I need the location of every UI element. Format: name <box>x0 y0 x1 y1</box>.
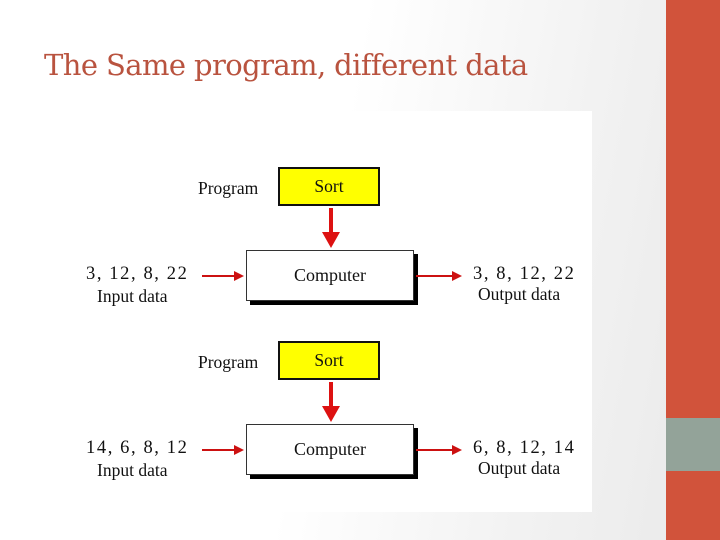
decorative-side-bar-accent <box>666 418 720 471</box>
input-data-values: 14, 6, 8, 12 <box>86 438 189 458</box>
output-data-values: 3, 8, 12, 22 <box>473 264 576 284</box>
computer-box: Computer <box>246 424 414 475</box>
output-data-caption: Output data <box>478 284 561 304</box>
program-label: Program <box>198 352 259 372</box>
program-box-sort: Sort <box>278 167 380 206</box>
input-data-caption: Input data <box>97 286 168 306</box>
computer-box: Computer <box>246 250 414 301</box>
output-data-values: 6, 8, 12, 14 <box>473 438 576 458</box>
output-data-caption: Output data <box>478 458 561 478</box>
input-data-values: 3, 12, 8, 22 <box>86 264 189 284</box>
slide-title: The Same program, different data <box>44 48 528 82</box>
input-data-caption: Input data <box>97 460 168 480</box>
program-box-sort: Sort <box>278 341 380 380</box>
program-label: Program <box>198 178 259 198</box>
